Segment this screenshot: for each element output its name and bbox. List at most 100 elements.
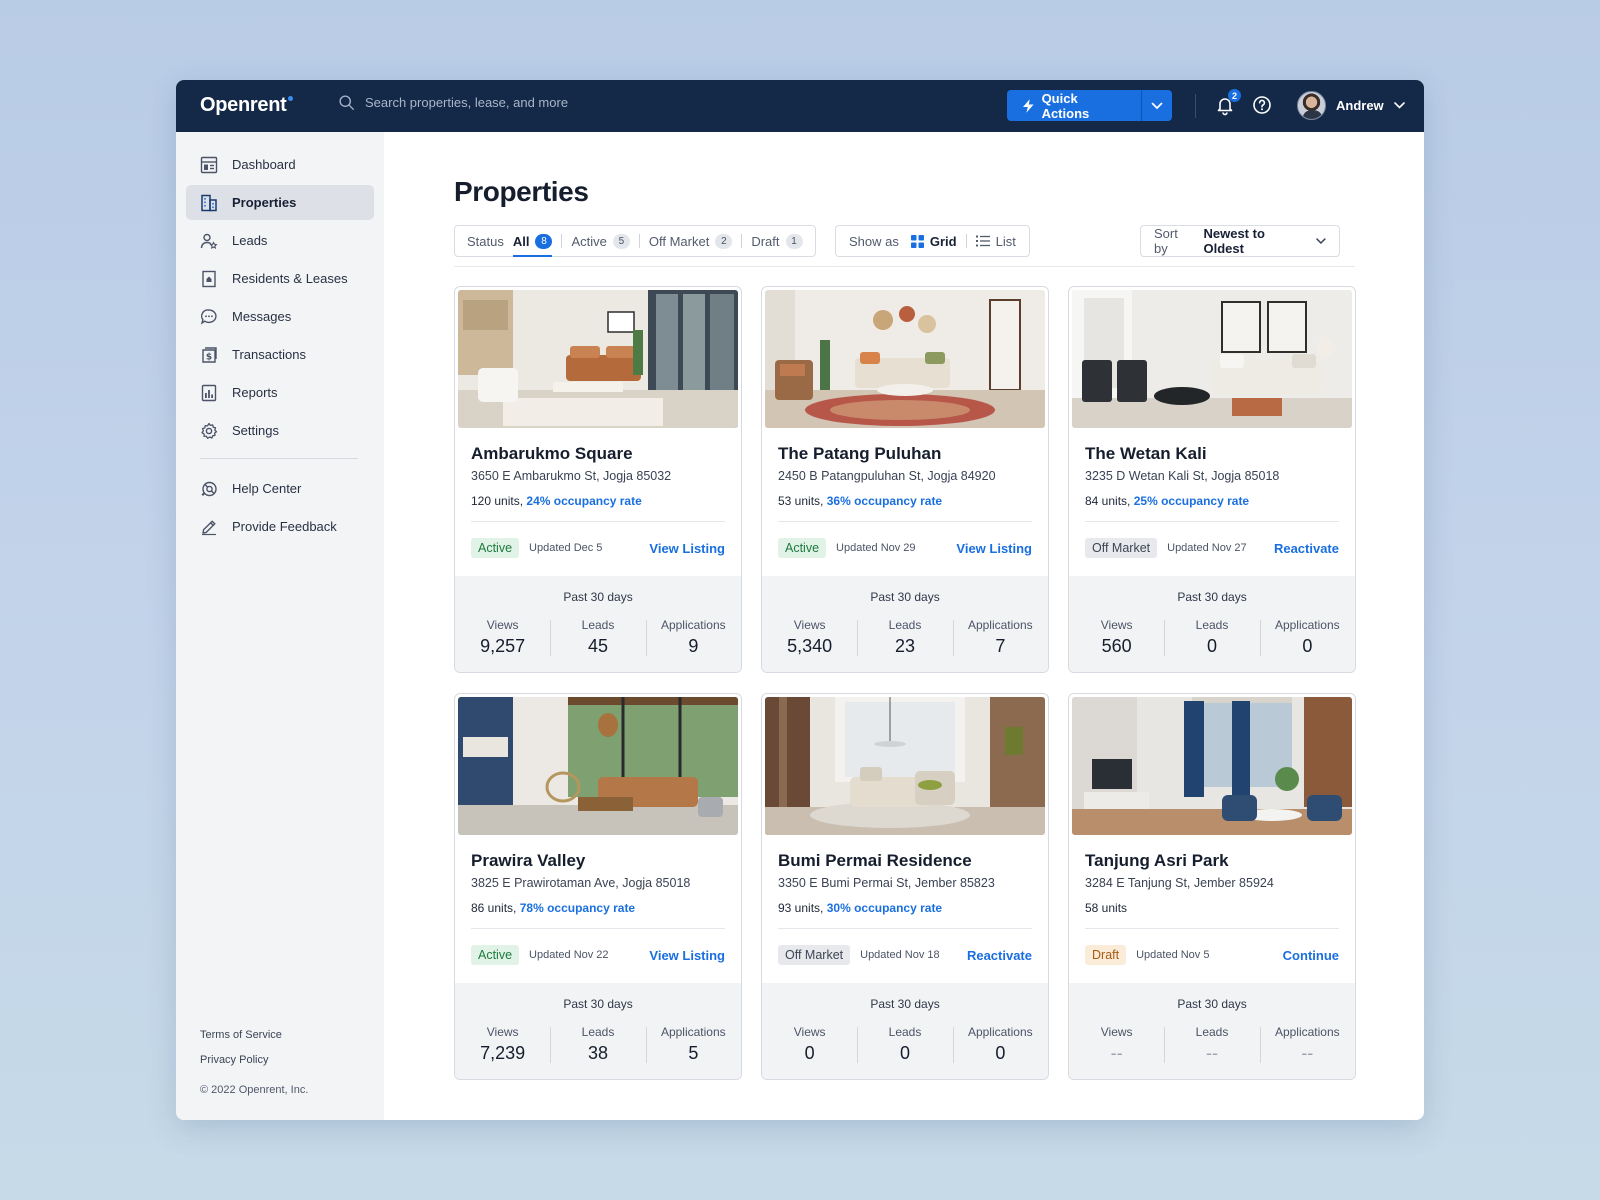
help-icon[interactable] [1252,95,1272,115]
brand-logo[interactable]: Openrent [200,94,293,117]
sidebar-item-provide-feedback[interactable]: Provide Feedback [186,509,374,544]
chat-icon [200,308,217,325]
stat-label: Views [793,1025,826,1039]
occupancy-link[interactable]: 78% occupancy rate [520,901,635,915]
stat-label: Applications [967,618,1033,632]
view-list[interactable]: List [975,234,1016,249]
filter-divider [741,234,743,248]
filter-off-market[interactable]: Off Market 2 [648,226,733,256]
occupancy-link[interactable]: 30% occupancy rate [827,901,942,915]
notifications-button[interactable]: 2 [1214,89,1241,116]
property-card: Bumi Permai Residence 3350 E Bumi Permai… [761,693,1049,1080]
filter-label: Off Market [648,233,710,249]
status-row: Off Market Updated Nov 27 [1085,538,1247,558]
property-photo[interactable] [458,290,738,428]
sidebar-item-messages[interactable]: Messages [186,299,374,334]
chevron-down-icon [1316,237,1326,244]
sidebar: Dashboard Properties Leads Residents & L… [176,132,384,1120]
stat-leads: Leads 0 [1164,618,1259,657]
svg-text:$: $ [206,352,212,362]
sidebar-item-dashboard[interactable]: Dashboard [186,147,374,182]
units-count: 93 units, [778,901,824,915]
view-listing-link[interactable]: View Listing [956,541,1032,556]
filter-count: 2 [715,233,733,249]
filter-all[interactable]: All 8 [512,226,553,257]
filter-count: 5 [612,233,630,249]
living-room-photo [1072,290,1352,428]
stat-label: Applications [660,1025,726,1039]
property-photo[interactable] [458,697,738,835]
search-input[interactable] [365,95,785,110]
property-units: 93 units, 30% occupancy rate [778,901,942,915]
view-listing-link[interactable]: View Listing [649,541,725,556]
privacy-link[interactable]: Privacy Policy [200,1054,308,1066]
stats-panel: Past 30 days Views -- Leads -- Application… [1069,983,1355,1079]
stat-leads: Leads -- [1164,1025,1259,1064]
stat-label: Views [486,1025,519,1039]
toolbar-divider [454,266,1355,267]
property-photo[interactable] [765,290,1045,428]
filter-active[interactable]: Active 5 [571,226,630,256]
property-name: Prawira Valley [471,851,586,870]
quick-actions-button[interactable]: Quick Actions [1007,90,1141,121]
status-row: Active Updated Nov 29 [778,538,916,558]
property-photo[interactable] [765,697,1045,835]
units-count: 84 units, [1085,494,1131,508]
search-icon [339,95,354,110]
living-room-photo [458,697,738,835]
sidebar-item-settings[interactable]: Settings [186,413,374,448]
card-divider [1085,928,1339,929]
terms-link[interactable]: Terms of Service [200,1029,308,1041]
sidebar-item-residents-leases[interactable]: Residents & Leases [186,261,374,296]
pencil-icon [202,520,216,535]
stat-label: Applications [1274,618,1340,632]
view-grid[interactable]: Grid [910,234,957,249]
property-photo[interactable] [1072,697,1352,835]
occupancy-link[interactable]: 24% occupancy rate [526,494,641,508]
sidebar-item-help-center[interactable]: Help Center [186,471,374,506]
occupancy-link[interactable]: 25% occupancy rate [1134,494,1249,508]
dashboard-icon [200,156,218,173]
sort-dropdown[interactable]: Sort by Newest to Oldest [1140,225,1340,257]
stat-value: 45 [587,636,608,656]
card-divider [778,521,1032,522]
stats-panel: Past 30 days Views 9,257 Leads 45 Applicat… [455,576,741,672]
stat-value: 23 [894,636,915,656]
status-badge: Active [471,538,520,558]
stat-value: 560 [1101,636,1132,656]
reactivate-link[interactable]: Reactivate [1274,541,1339,556]
units-count: 86 units, [471,901,517,915]
updated-date: Updated Dec 5 [529,542,603,554]
occupancy-link[interactable]: 36% occupancy rate [827,494,942,508]
continue-link[interactable]: Continue [1283,948,1339,963]
stats-period: Past 30 days [1177,997,1247,1011]
status-badge: Active [778,538,827,558]
copyright: © 2022 Openrent, Inc. [200,1084,309,1096]
property-photo[interactable] [1072,290,1352,428]
stat-applications: Applications 7 [952,618,1048,657]
view-listing-link[interactable]: View Listing [649,948,725,963]
sidebar-item-properties[interactable]: Properties [186,185,374,220]
sidebar-item-leads[interactable]: Leads [186,223,374,258]
units-count: 120 units, [471,494,524,508]
sidebar-item-reports[interactable]: Reports [186,375,374,410]
stat-value: 0 [899,1043,910,1063]
stat-label: Applications [967,1025,1033,1039]
sort-value: Newest to Oldest [1203,226,1265,256]
stat-value: -- [1110,1043,1123,1063]
list-icon [975,235,990,247]
search-bar [338,94,785,111]
property-name: The Patang Puluhan [778,444,942,463]
card-divider [778,928,1032,929]
filter-draft[interactable]: Draft 1 [751,226,803,256]
sidebar-footer: Terms of Service Privacy Policy © 2022 O… [200,1029,308,1096]
stat-value: 5 [688,1043,699,1063]
sidebar-item-transactions[interactable]: $ Transactions [186,337,374,372]
gear-icon [201,422,218,439]
user-menu[interactable]: Andrew [1297,91,1405,120]
sidebar-item-label: Properties [232,195,297,210]
stat-value: 0 [995,1043,1006,1063]
reactivate-link[interactable]: Reactivate [967,948,1032,963]
quick-actions-dropdown[interactable] [1141,90,1172,121]
app-window: Openrent Quick Actions 2 Andrew [176,80,1424,1120]
